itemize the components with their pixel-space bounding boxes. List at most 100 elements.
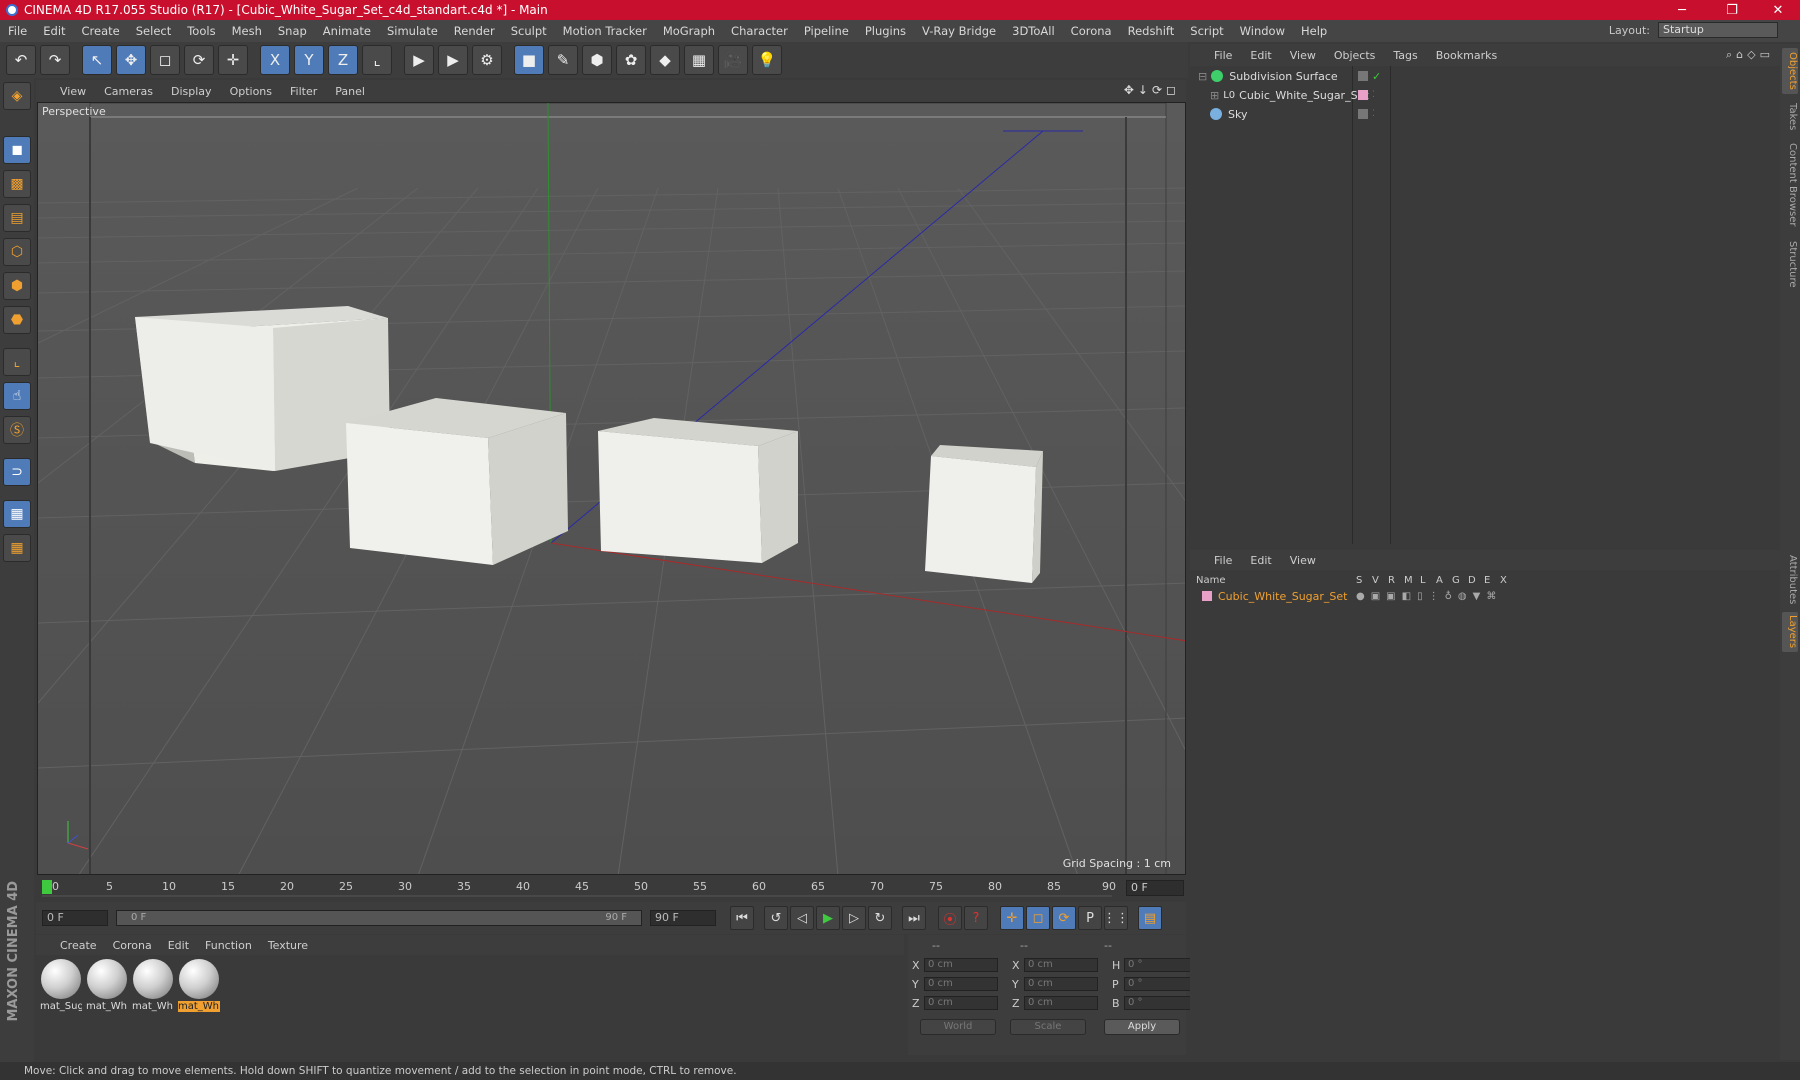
menu-pipeline[interactable]: Pipeline [804,24,849,38]
key-rotation-button[interactable]: ⟳ [1052,906,1076,930]
snap-icon[interactable]: ⊃ [3,458,31,486]
size-x-field[interactable]: 0 cm [1024,958,1098,972]
expand-icon[interactable]: ⊞ [1210,89,1219,102]
visibility-dots-icon[interactable]: ⁚ [1372,90,1375,100]
tab-structure[interactable]: Structure [1782,236,1798,292]
select-tool-button[interactable]: ↖ [82,45,112,75]
viewport-camera-label[interactable]: Perspective [42,105,106,118]
render-picture-viewer-button[interactable]: ▶ [438,45,468,75]
tab-takes[interactable]: Takes [1782,100,1798,134]
layers-menu-view[interactable]: View [1290,554,1316,567]
close-button[interactable]: ✕ [1756,0,1800,20]
object-manager-search-icons[interactable]: ⌕⌂◇▭ [1726,48,1774,62]
menu-file[interactable]: File [8,24,27,38]
make-editable-icon[interactable]: ◈ [3,82,31,110]
sugar-cube-3[interactable] [598,418,798,563]
sugar-cube-4[interactable] [925,445,1043,583]
transform-tool-button[interactable]: ✛ [218,45,248,75]
add-cube-button[interactable]: ■ [514,45,544,75]
tab-attributes[interactable]: Attributes [1782,552,1798,608]
key-scale-button[interactable]: ◻ [1026,906,1050,930]
material-swatch[interactable]: mat_Wh [132,959,174,1017]
menu-plugins[interactable]: Plugins [865,24,906,38]
grid-snap-icon[interactable]: ▦ [3,534,31,562]
viewport-menu-display[interactable]: Display [171,85,212,98]
object-row-cubic-white-sugar-set[interactable]: ⊞ L0 Cubic_White_Sugar_Set ⁚ [1190,86,1780,104]
objects-menu-tags[interactable]: Tags [1393,49,1417,62]
camera-button[interactable]: 🎥 [718,45,748,75]
viewport-menu-view[interactable]: View [60,85,86,98]
size-y-field[interactable]: 0 cm [1024,977,1098,991]
material-menu-texture[interactable]: Texture [268,939,308,952]
layer-toggle-icons[interactable]: ●▣▣◧▯⋮♁◍▼⌘ [1356,591,1502,602]
viewport-navigation-icons[interactable]: ✥↓⟳◻ [1124,83,1180,97]
tab-content-browser[interactable]: Content Browser [1782,140,1798,230]
coordinate-space-dropdown[interactable]: World [920,1019,996,1035]
scale-tool-button[interactable]: ◻ [150,45,180,75]
object-row-subdivision-surface[interactable]: ⊟ Subdivision Surface ✓ [1190,67,1780,85]
material-swatch-selected[interactable]: mat_Wh [178,959,220,1017]
edges-mode-icon[interactable]: ⬢ [3,272,31,300]
play-button[interactable]: ▶ [816,906,840,930]
key-parameter-button[interactable]: P [1078,906,1102,930]
undo-button[interactable]: ↶ [6,45,36,75]
redo-button[interactable]: ↷ [40,45,70,75]
menu-mograph[interactable]: MoGraph [663,24,715,38]
size-mode-dropdown[interactable]: Scale [1010,1019,1086,1035]
move-tool-button[interactable]: ✥ [116,45,146,75]
material-menu-function[interactable]: Function [205,939,252,952]
points-mode-icon[interactable]: ⬡ [3,238,31,266]
objects-menu-file[interactable]: File [1214,49,1232,62]
position-x-field[interactable]: 0 cm [924,958,998,972]
timeline-ruler[interactable]: 0 5 10 15 20 25 30 35 40 45 50 55 60 65 … [36,876,1186,900]
key-pla-button[interactable]: ⋮⋮ [1103,906,1129,930]
axis-mode-icon[interactable]: ⌞ [3,348,31,376]
layers-menu-edit[interactable]: Edit [1250,554,1271,567]
go-to-end-button[interactable]: ⏭ [902,906,926,930]
texture-mode-icon[interactable]: ▩ [3,170,31,198]
menu-window[interactable]: Window [1240,24,1285,38]
visibility-flag-icon[interactable] [1358,71,1368,81]
polygons-mode-icon[interactable]: ⬣ [3,306,31,334]
render-settings-button[interactable]: ⚙ [472,45,502,75]
sugar-cube-2[interactable] [346,398,568,565]
viewport-menu-options[interactable]: Options [230,85,272,98]
tweak-mode-icon[interactable]: ☝ [3,382,31,410]
workplane-lock-icon[interactable]: ▦ [3,500,31,528]
material-menu-edit[interactable]: Edit [168,939,189,952]
floor-button[interactable]: ▦ [684,45,714,75]
menu-help[interactable]: Help [1301,24,1327,38]
x-axis-button[interactable]: X [260,45,290,75]
menu-select[interactable]: Select [136,24,171,38]
viewport-menu-filter[interactable]: Filter [290,85,317,98]
material-menu-corona[interactable]: Corona [113,939,152,952]
3d-viewport[interactable]: Perspective Grid Spacing : 1 cm [37,102,1186,875]
menu-render[interactable]: Render [454,24,495,38]
rotation-b-field[interactable]: 0 ° [1124,996,1194,1010]
size-z-field[interactable]: 0 cm [1024,996,1098,1010]
end-frame-field[interactable]: 90 F [650,910,716,926]
z-axis-button[interactable]: Z [328,45,358,75]
light-button[interactable]: 💡 [752,45,782,75]
rotate-tool-button[interactable]: ⟳ [184,45,214,75]
menu-sculpt[interactable]: Sculpt [511,24,547,38]
material-swatch[interactable]: mat_Wh [86,959,128,1017]
enabled-check-icon[interactable]: ✓ [1372,70,1381,83]
previous-frame-button[interactable]: ◁ [790,906,814,930]
viewport-menu-cameras[interactable]: Cameras [104,85,153,98]
tab-objects[interactable]: Objects [1782,48,1798,94]
next-key-button[interactable]: ↻ [868,906,892,930]
visibility-flag-icon[interactable] [1358,109,1368,119]
go-to-start-button[interactable]: ⏮ [730,906,754,930]
deformer-button[interactable]: ◆ [650,45,680,75]
objects-menu-objects[interactable]: Objects [1334,49,1376,62]
current-frame-field[interactable]: 0 F [1126,880,1184,896]
menu-motion-tracker[interactable]: Motion Tracker [563,24,647,38]
objects-menu-edit[interactable]: Edit [1250,49,1271,62]
menu-snap[interactable]: Snap [278,24,307,38]
apply-button[interactable]: Apply [1104,1019,1180,1035]
collapse-icon[interactable]: ⊟ [1198,70,1207,83]
layout-dropdown[interactable]: Startup [1658,22,1778,38]
autokey-button[interactable]: ? [964,906,988,930]
visibility-dots-icon[interactable]: ⁚ [1372,109,1375,119]
